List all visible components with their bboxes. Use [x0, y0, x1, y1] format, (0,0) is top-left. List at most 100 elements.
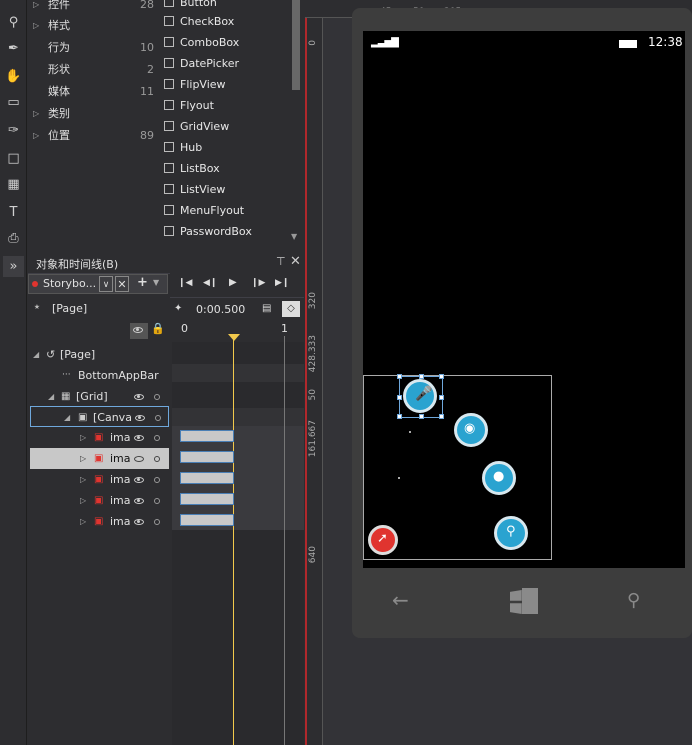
resize-handle[interactable] [439, 395, 444, 400]
control-item[interactable]: FlipView [164, 74, 288, 95]
resize-handle[interactable] [419, 414, 424, 419]
tree-item-image[interactable]: ▷ ▣ ima [30, 490, 169, 511]
snap-ruler-icon[interactable]: ▤ [262, 303, 271, 314]
current-time[interactable]: 0:00.500 [196, 303, 245, 316]
animation-bar[interactable] [180, 493, 234, 505]
rectangle-icon[interactable]: □ [3, 148, 24, 169]
text-icon[interactable]: T [3, 202, 24, 223]
lock-dot-icon[interactable] [155, 415, 161, 421]
control-icon[interactable]: ⎙ [3, 228, 24, 249]
resize-handle[interactable] [439, 414, 444, 419]
go-to-first-icon[interactable]: ❙◀ [178, 278, 192, 288]
category-styles[interactable]: ▷ 样式 [28, 15, 158, 37]
close-icon[interactable]: ✕ [290, 254, 301, 269]
grid-icon[interactable]: ▦ [3, 174, 24, 195]
compass-icon[interactable]: ➚ [368, 525, 398, 555]
storyboard-dropdown-icon[interactable]: ∨ [99, 276, 113, 292]
eye-icon[interactable] [134, 435, 144, 441]
eye-icon[interactable] [134, 394, 144, 400]
control-item[interactable]: Hub [164, 137, 288, 158]
zoom-icon[interactable]: ⚲ [3, 12, 24, 33]
scope-up-icon: ⭑ [34, 300, 40, 313]
resize-handle[interactable] [397, 374, 402, 379]
resize-handle[interactable] [397, 395, 402, 400]
tree-item-image-selected[interactable]: ▷ ▣ ima [30, 448, 169, 469]
menu-dropdown-icon[interactable]: ▼ [153, 278, 159, 287]
previous-frame-icon[interactable]: ◀❙ [203, 278, 217, 288]
eyedropper-icon[interactable]: ✒ [3, 38, 24, 59]
lock-dot-icon[interactable] [154, 519, 160, 525]
lock-dot-icon[interactable] [154, 477, 160, 483]
add-storyboard-icon[interactable]: + [137, 275, 148, 290]
lock-dot-icon[interactable] [154, 456, 160, 462]
flyout-icon [164, 100, 174, 110]
expand-chevron-icon[interactable]: » [3, 256, 24, 277]
category-locations[interactable]: ▷ 位置 89 [28, 125, 158, 147]
category-categories[interactable]: ▷ 类别 [28, 103, 158, 125]
camera-icon[interactable]: ◉ [454, 413, 488, 447]
lock-icon[interactable]: 🔒 [151, 322, 165, 335]
control-item[interactable]: Flyout [164, 95, 288, 116]
visibility-toggle-all[interactable] [130, 323, 148, 339]
eye-icon[interactable] [135, 415, 145, 421]
control-item[interactable]: CheckBox [164, 11, 288, 32]
message-icon[interactable]: ● [482, 461, 516, 495]
category-behaviors[interactable]: 行为 10 [28, 37, 158, 59]
tree-item-grid[interactable]: ◢ ▦ [Grid] [30, 386, 169, 407]
windows-start-icon-right [522, 588, 538, 614]
animation-bar[interactable] [180, 514, 234, 526]
snap-toggle-icon[interactable]: ◇ [282, 301, 300, 317]
tree-item-page[interactable]: ◢ ↺ [Page] [30, 344, 169, 365]
control-item[interactable]: ComboBox [164, 32, 288, 53]
tree-item-canvas[interactable]: ◢ ▣ [Canva [30, 406, 169, 427]
go-to-last-icon[interactable]: ▶❙ [275, 278, 289, 288]
animation-bar[interactable] [180, 472, 234, 484]
phone-screen[interactable]: ▂▃▅▇ 12:38 🎤 ◉ ● ⚲ ➚ [363, 31, 685, 568]
eye-icon[interactable] [134, 477, 144, 483]
animation-bar[interactable] [180, 430, 234, 442]
keyframe-add-icon[interactable]: ✦ [174, 303, 182, 314]
lock-dot-icon[interactable] [154, 435, 160, 441]
control-item[interactable]: PasswordBox [164, 221, 288, 242]
back-icon[interactable]: ← [392, 588, 409, 612]
pin-icon[interactable]: ⊤ [276, 255, 286, 268]
assets-scrollbar[interactable]: ▼ [290, 0, 304, 246]
category-controls[interactable]: ▷ 控件 28 [28, 0, 158, 16]
eraser-icon[interactable]: ▭ [3, 92, 24, 113]
flipview-icon [164, 79, 174, 89]
scroll-down-icon[interactable]: ▼ [291, 232, 301, 242]
tree-item-image[interactable]: ▷ ▣ ima [30, 469, 169, 490]
tree-item-bottomappbar[interactable]: ··· BottomAppBar [30, 365, 169, 386]
animation-bar[interactable] [180, 451, 234, 463]
category-shapes[interactable]: 形状 2 [28, 59, 158, 81]
search-icon[interactable]: ⚲ [627, 590, 640, 611]
control-item[interactable]: ListView [164, 179, 288, 200]
next-frame-icon[interactable]: ❙▶ [251, 278, 265, 288]
resize-handle[interactable] [439, 374, 444, 379]
location-pin-icon[interactable]: ⚲ [494, 516, 528, 550]
pen-icon[interactable]: ✑ [3, 120, 24, 141]
lock-dot-icon[interactable] [154, 394, 160, 400]
scope-page[interactable]: ⭑ [Page] [30, 300, 166, 318]
eye-icon[interactable] [134, 456, 144, 462]
play-icon[interactable]: ▶ [229, 277, 237, 288]
pan-hand-icon[interactable]: ✋ [3, 66, 24, 87]
tree-item-image[interactable]: ▷ ▣ ima [30, 511, 169, 532]
control-item[interactable]: MenuFlyout [164, 200, 288, 221]
storyboard-selector[interactable]: Storybo... ∨ ✕ + ▼ [28, 274, 168, 294]
close-storyboard-icon[interactable]: ✕ [115, 276, 129, 292]
control-item[interactable]: ListBox [164, 158, 288, 179]
control-item[interactable]: DatePicker [164, 53, 288, 74]
resize-handle[interactable] [397, 414, 402, 419]
lock-dot-icon[interactable] [154, 498, 160, 504]
category-media[interactable]: 媒体 11 [28, 81, 158, 103]
microphone-icon[interactable]: 🎤 [403, 379, 437, 413]
eye-icon[interactable] [134, 519, 144, 525]
eye-icon[interactable] [134, 498, 144, 504]
control-item[interactable]: GridView [164, 116, 288, 137]
playhead-handle[interactable] [228, 334, 240, 341]
scrollbar-thumb[interactable] [292, 0, 300, 90]
tree-item-image[interactable]: ▷ ▣ ima [30, 427, 169, 448]
playhead-line[interactable] [233, 336, 234, 745]
tools-panel: ⚲ ✒ ✋ ▭ ✑ □ ▦ T ⎙ » [0, 0, 27, 745]
